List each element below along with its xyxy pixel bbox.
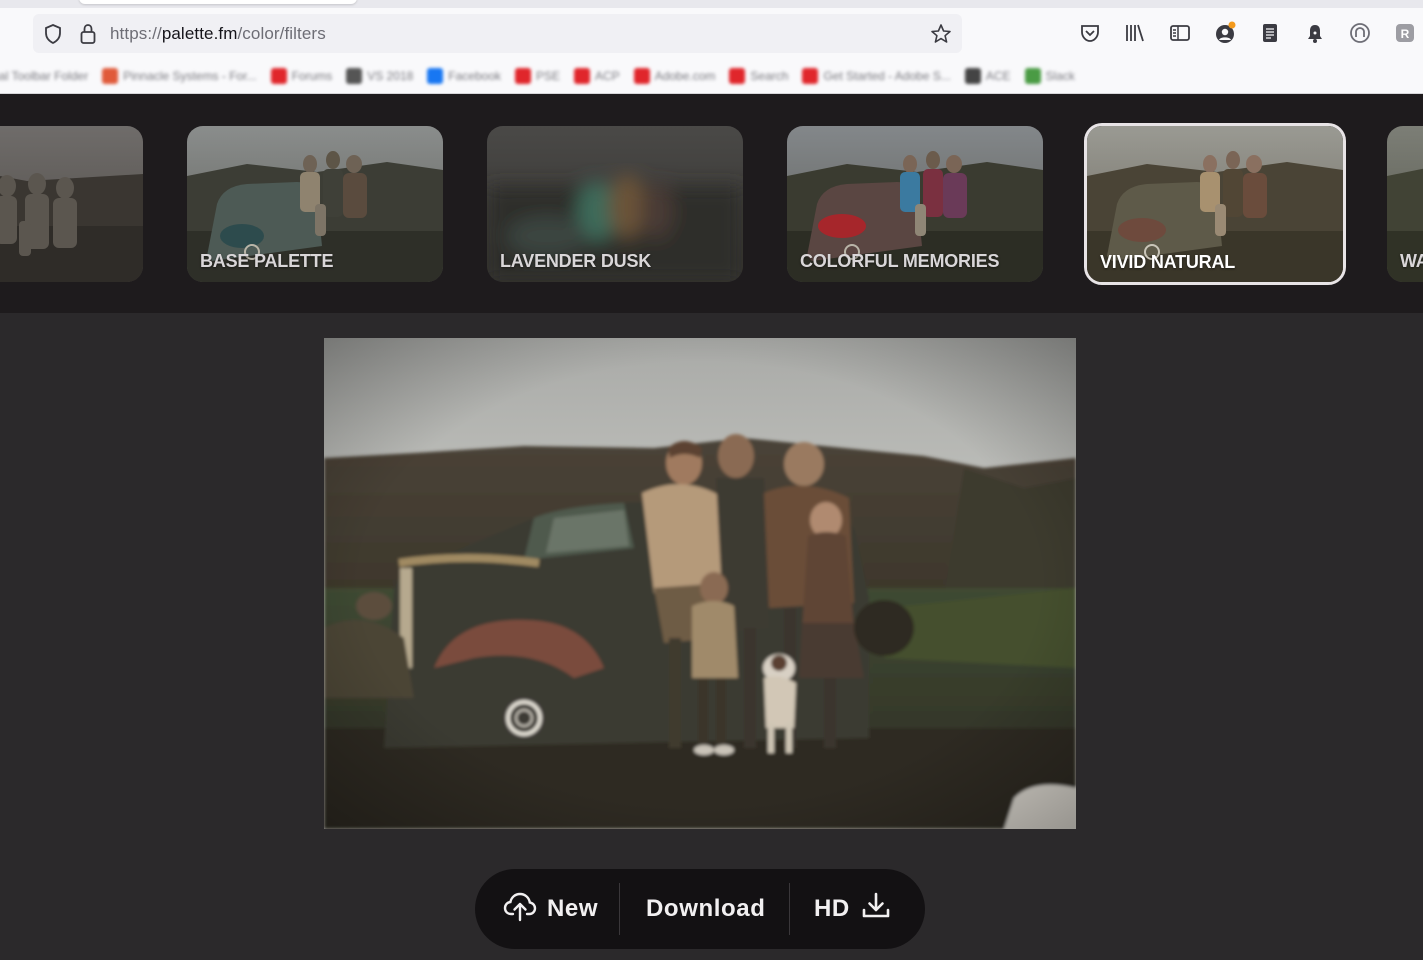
bookmark-label: Get Started - Adobe S... (823, 69, 951, 83)
bookmark-item[interactable]: ACP (574, 68, 620, 84)
pocket-icon[interactable] (1078, 21, 1102, 45)
filter-card-base-palette[interactable]: BASE PALETTE (187, 126, 443, 282)
bookmark-favicon-icon (729, 68, 746, 84)
sidebar-icon[interactable] (1168, 21, 1192, 45)
filter-carousel[interactable]: BASE PALETTE LAVENDER DUSK COLORFUL MEMO… (0, 94, 1423, 313)
library-icon[interactable] (1123, 21, 1147, 45)
filter-thumbnail (0, 126, 143, 282)
bookmark-item[interactable]: VS 2018 (346, 68, 413, 84)
bookmark-label: Personal Toolbar Folder (0, 69, 89, 83)
bookmark-favicon-icon (633, 68, 650, 84)
active-tab[interactable] (79, 0, 357, 4)
bookmark-favicon-icon (802, 68, 819, 84)
bookmark-item[interactable]: Facebook (427, 68, 501, 84)
address-bar[interactable]: https://palette.fm/color/filters (33, 14, 962, 53)
bookmark-favicon-icon (515, 68, 531, 84)
bookmark-item[interactable]: Pinnacle Systems - For... (102, 68, 257, 84)
account-icon[interactable] (1213, 21, 1237, 45)
bookmark-favicon-icon (346, 68, 363, 84)
filter-label: VIVID NATURAL (1100, 252, 1236, 272)
url-path: /color/filters (237, 24, 326, 43)
bookmark-favicon-icon (427, 68, 444, 84)
bookmark-item[interactable]: PSE (515, 68, 560, 84)
bookmark-favicon-icon (964, 68, 981, 84)
bookmark-label: PSE (536, 69, 561, 83)
bookmark-favicon-icon (1024, 68, 1041, 84)
url-text[interactable]: https://palette.fm/color/filters (110, 24, 326, 44)
hd-download-button[interactable]: HD (814, 869, 892, 949)
filter-label: WA (1400, 251, 1423, 271)
bookmarks-bar: Personal Toolbar Folder Pinnacle Systems … (0, 62, 1363, 90)
download-button-label: Download (646, 895, 766, 922)
filter-card-lavender-dusk[interactable]: LAVENDER DUSK (487, 126, 743, 282)
bookmark-label: Forums (291, 69, 333, 83)
filter-label: LAVENDER DUSK (500, 251, 652, 271)
bookmark-label: Adobe.com (654, 69, 716, 83)
hd-button-label: HD (814, 895, 850, 922)
filter-label: BASE PALETTE (200, 251, 334, 271)
bookmark-favicon-icon (102, 68, 119, 84)
bookmark-item[interactable]: Forums (270, 68, 333, 84)
bookmark-item[interactable]: Search (729, 68, 788, 84)
bookmark-label: Slack (1045, 69, 1075, 83)
bookmark-label: ACP (595, 69, 620, 83)
svg-text:R: R (1401, 27, 1410, 41)
bookmark-label: VS 2018 (367, 69, 414, 83)
photo-image (324, 338, 1076, 829)
bookmark-item[interactable]: ACE (964, 68, 1011, 84)
filter-card-partial-right[interactable]: WA (1387, 126, 1423, 282)
profile-icon[interactable]: R (1393, 21, 1417, 45)
download-button[interactable]: Download (646, 869, 765, 949)
upload-cloud-icon (503, 890, 537, 929)
colorized-photo (324, 338, 1076, 829)
new-button-label: New (547, 895, 599, 922)
divider (619, 883, 620, 935)
browser-toolbar: https://palette.fm/color/filters R Perso… (0, 0, 1423, 94)
notification-icon[interactable] (1303, 21, 1327, 45)
lock-icon[interactable] (79, 23, 97, 50)
bookmark-item[interactable]: Slack (1024, 68, 1075, 84)
bookmark-label: Facebook (448, 69, 501, 83)
star-icon[interactable] (930, 23, 952, 50)
bookmark-item[interactable]: Get Started - Adobe S... (802, 68, 951, 84)
filter-card-vivid-natural[interactable]: VIVID NATURAL (1084, 123, 1346, 285)
divider (789, 883, 790, 935)
filter-label: COLORFUL MEMORIES (800, 251, 1000, 271)
extension-icon[interactable] (1348, 21, 1372, 45)
download-icon (860, 891, 892, 928)
bookmark-label: Pinnacle Systems - For... (123, 69, 257, 83)
bookmark-item[interactable]: Personal Toolbar Folder (0, 68, 88, 84)
bookmark-label: Search (750, 69, 789, 83)
bookmark-label: ACE (985, 69, 1011, 83)
bookmark-favicon-icon (574, 68, 591, 84)
url-prefix: https:// (110, 24, 162, 43)
filter-card-partial-left[interactable] (0, 126, 143, 282)
bookmark-item[interactable]: Adobe.com (633, 68, 716, 84)
action-bar: New Download HD (475, 869, 925, 949)
reader-icon[interactable] (1258, 21, 1282, 45)
bookmark-favicon-icon (270, 68, 287, 84)
new-button[interactable]: New (503, 869, 598, 949)
filter-card-colorful-memories[interactable]: COLORFUL MEMORIES (787, 126, 1043, 282)
url-domain: palette.fm (161, 24, 238, 43)
shield-icon[interactable] (43, 23, 63, 50)
